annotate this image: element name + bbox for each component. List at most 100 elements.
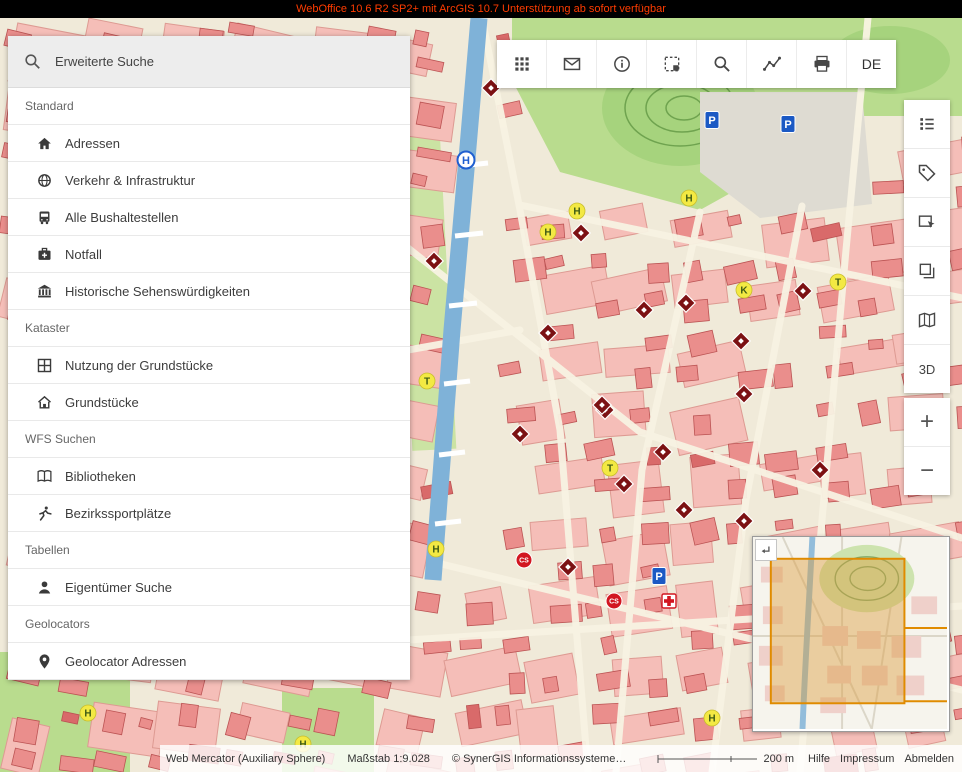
bus-stop-marker: T <box>419 373 435 389</box>
apps-button[interactable] <box>497 40 546 88</box>
item-label: Grundstücke <box>65 395 139 410</box>
tag-icon <box>917 163 937 183</box>
item-label: Adressen <box>65 136 120 151</box>
copyright-label: © SynerGIS Informationssysteme GmbH | Ed… <box>452 753 628 765</box>
mail-button[interactable] <box>546 40 596 88</box>
svg-text:H: H <box>84 709 91 720</box>
projection-label: Web Mercator (Auxiliary Sphere) <box>166 753 325 765</box>
main-toolbar: DE <box>497 40 896 88</box>
svg-text:H: H <box>432 545 439 556</box>
advanced-search-panel: Erweiterte Suche StandardAdressenVerkehr… <box>8 36 410 680</box>
zoom-in-label: + <box>920 408 934 436</box>
svg-text:T: T <box>835 278 841 289</box>
basemaps-button[interactable] <box>904 247 950 296</box>
language-button[interactable]: DE <box>846 40 896 88</box>
corner-arrow-icon <box>759 543 773 557</box>
apps-icon <box>512 54 532 74</box>
magnifier-icon <box>712 54 732 74</box>
maps-button[interactable] <box>904 296 950 345</box>
search-item-historische-sehenswürdigkeiten[interactable]: Historische Sehenswürdigkeiten <box>8 273 410 310</box>
section-kataster: Kataster <box>8 310 410 347</box>
view-3d-button[interactable]: 3D <box>904 345 950 393</box>
pin-icon <box>36 653 53 670</box>
item-label: Bibliotheken <box>65 469 136 484</box>
parcel-home-icon <box>36 394 53 411</box>
bus-stop-marker: T <box>602 460 618 476</box>
search-item-geolocator-adressen[interactable]: Geolocator Adressen <box>8 643 410 680</box>
pharmacy-marker <box>662 594 676 608</box>
search-item-grundstücke[interactable]: Grundstücke <box>8 384 410 421</box>
overview-map[interactable] <box>752 536 950 732</box>
overview-collapse-button[interactable] <box>755 539 777 561</box>
overview-extent[interactable] <box>771 559 905 703</box>
print-button[interactable] <box>796 40 846 88</box>
zoom-out-label: − <box>920 457 934 485</box>
right-toolbar-main: 3D <box>904 100 950 393</box>
scalebar-label: 200 m <box>763 753 794 765</box>
globe-icon <box>36 172 53 189</box>
zoom-search-button[interactable] <box>696 40 746 88</box>
zoom-out-button[interactable]: − <box>904 447 950 495</box>
hospital-marker: H <box>458 152 475 169</box>
book-icon <box>36 468 53 485</box>
home-icon <box>36 135 53 152</box>
svg-text:K: K <box>740 286 748 297</box>
svg-text:P: P <box>708 115 715 127</box>
labels-button[interactable] <box>904 149 950 198</box>
museum-icon <box>36 283 53 300</box>
svg-text:CS: CS <box>609 599 619 606</box>
info-icon <box>612 54 632 74</box>
search-item-adressen[interactable]: Adressen <box>8 125 410 162</box>
scalebar <box>657 753 757 765</box>
item-label: Bezirkssportplätze <box>65 506 171 521</box>
select-region-button[interactable] <box>646 40 696 88</box>
view-3d-label: 3D <box>919 362 936 377</box>
search-item-alle-bushaltestellen[interactable]: Alle Bushaltestellen <box>8 199 410 236</box>
section-tabellen: Tabellen <box>8 532 410 569</box>
bus-stop-marker: H <box>428 541 444 557</box>
item-label: Verkehr & Infrastruktur <box>65 173 195 188</box>
select-rect-icon <box>662 54 682 74</box>
notification-text[interactable]: WebOffice 10.6 R2 SP2+ mit ArcGIS 10.7 U… <box>296 3 666 15</box>
measure-icon <box>762 54 782 74</box>
parking-marker: P <box>652 568 666 585</box>
print-icon <box>812 54 832 74</box>
search-item-nutzung-der-grundstücke[interactable]: Nutzung der Grundstücke <box>8 347 410 384</box>
svg-text:P: P <box>784 119 791 131</box>
parking-marker: P <box>781 116 795 133</box>
cs-marker: CS <box>606 593 622 609</box>
map-select-icon <box>917 212 937 232</box>
svg-text:P: P <box>655 571 662 583</box>
item-label: Alle Bushaltestellen <box>65 210 178 225</box>
svg-text:T: T <box>424 377 430 388</box>
item-label: Geolocator Adressen <box>65 654 186 669</box>
statusbar-links: Hilfe Impressum Abmelden <box>808 753 954 765</box>
parcels-icon <box>36 357 53 374</box>
bus-stop-marker: H <box>80 705 96 721</box>
map-themes-button[interactable] <box>904 198 950 247</box>
statusbar: Web Mercator (Auxiliary Sphere) Maßstab … <box>160 745 962 772</box>
bus-stop-marker: H <box>569 203 585 219</box>
svg-text:H: H <box>573 207 580 218</box>
bus-stop-marker: H <box>540 224 556 240</box>
item-label: Historische Sehenswürdigkeiten <box>65 284 250 299</box>
search-item-bezirkssportplätze[interactable]: Bezirkssportplätze <box>8 495 410 532</box>
identify-button[interactable] <box>596 40 646 88</box>
statusbar-link-abmelden[interactable]: Abmelden <box>904 753 954 765</box>
search-item-notfall[interactable]: Notfall <box>8 236 410 273</box>
search-item-bibliotheken[interactable]: Bibliotheken <box>8 458 410 495</box>
item-label: Nutzung der Grundstücke <box>65 358 213 373</box>
legend-button[interactable] <box>904 100 950 149</box>
search-item-eigentümer-suche[interactable]: Eigentümer Suche <box>8 569 410 606</box>
statusbar-link-hilfe[interactable]: Hilfe <box>808 753 830 765</box>
statusbar-link-impressum[interactable]: Impressum <box>840 753 894 765</box>
zoom-in-button[interactable]: + <box>904 398 950 447</box>
cs-marker: CS <box>516 552 532 568</box>
firstaid-icon <box>36 246 53 263</box>
measure-button[interactable] <box>746 40 796 88</box>
svg-text:CS: CS <box>519 558 529 565</box>
search-item-verkehr-infrastruktur[interactable]: Verkehr & Infrastruktur <box>8 162 410 199</box>
map-book-icon <box>917 310 937 330</box>
right-toolbar-zoom: +− <box>904 398 950 495</box>
bus-stop-marker: T <box>830 274 846 290</box>
